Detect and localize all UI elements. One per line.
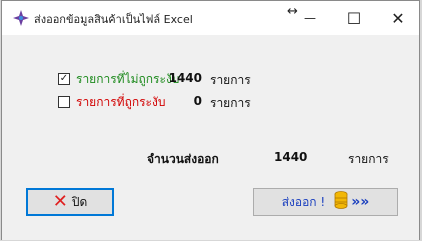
unit-suspended: รายการ: [210, 96, 251, 110]
unit-not-suspended: รายการ: [210, 73, 251, 87]
close-window-button[interactable]: ✕: [376, 1, 420, 35]
dialog-content: ✓ รายการที่ไม่ถูกระงับ 1440 รายการ รายกา…: [2, 35, 419, 240]
title-bar: ส่งออกข้อมูลสินค้าเป็นไฟล์ Excel ↔ — ☐ ✕: [2, 1, 419, 35]
export-button-label: ส่งออก !: [281, 194, 326, 209]
export-total-unit: รายการ: [348, 152, 389, 166]
app-icon: [12, 9, 30, 27]
count-not-suspended: 1440: [168, 71, 202, 85]
minimize-button[interactable]: —: [288, 1, 332, 35]
database-icon: [333, 191, 349, 213]
checkbox-not-suspended[interactable]: ✓: [58, 73, 70, 85]
export-total-value: 1440: [274, 150, 308, 164]
export-dialog: ส่งออกข้อมูลสินค้าเป็นไฟล์ Excel ↔ — ☐ ✕…: [1, 0, 420, 240]
close-button[interactable]: ✕ ปิด: [26, 188, 114, 216]
double-chevron-right-icon: »»: [351, 194, 370, 210]
maximize-button[interactable]: ☐: [332, 1, 376, 35]
count-suspended: 0: [193, 94, 202, 108]
checkbox-suspended[interactable]: [58, 96, 70, 108]
x-icon: ✕: [52, 191, 68, 212]
close-icon: ✕: [391, 8, 405, 28]
export-button[interactable]: ส่งออก ! »»: [253, 188, 398, 216]
window-title: ส่งออกข้อมูลสินค้าเป็นไฟล์ Excel: [34, 13, 193, 26]
close-button-label: ปิด: [71, 194, 88, 209]
minimize-icon: —: [304, 11, 316, 25]
export-total-label: จำนวนส่งออก: [147, 152, 219, 166]
maximize-icon: ☐: [346, 8, 362, 28]
